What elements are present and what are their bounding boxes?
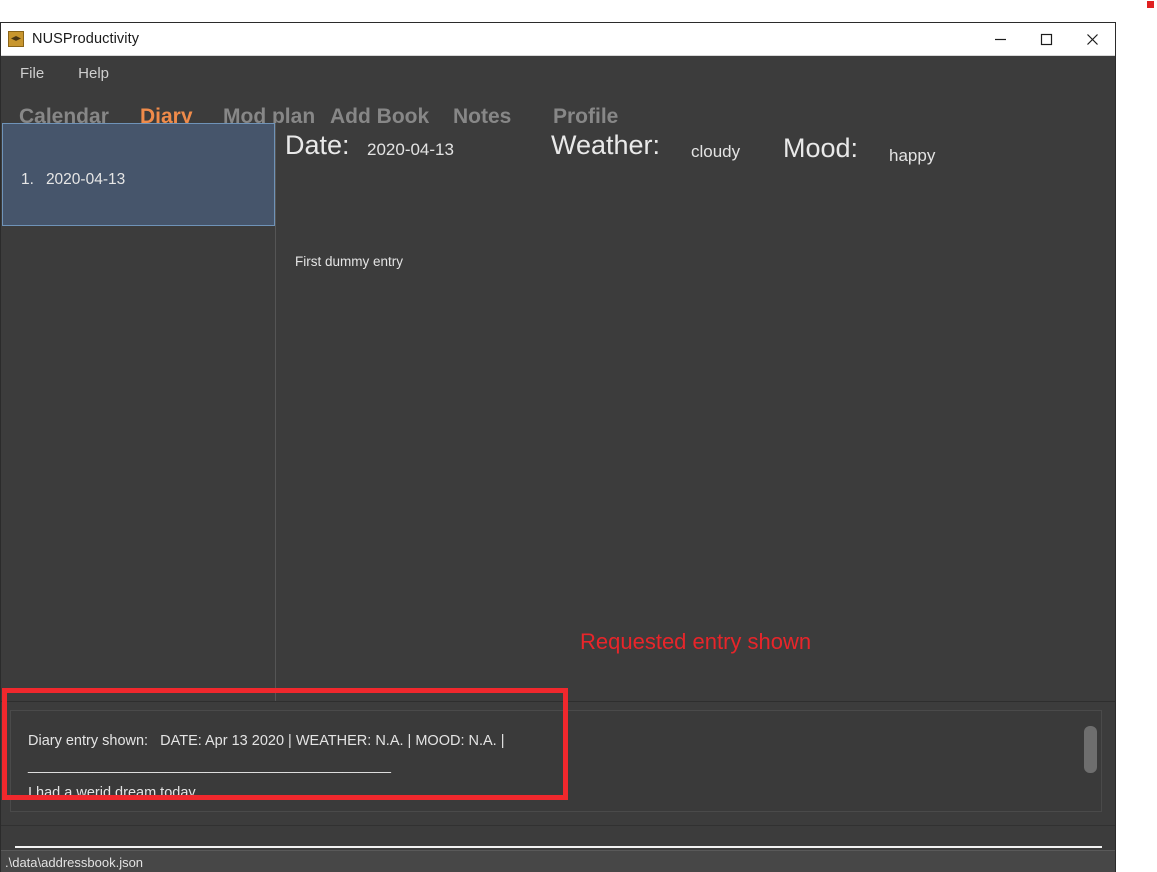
list-item-index: 1. [21,171,34,188]
tab-add-book[interactable]: Add Book [330,104,429,123]
tab-mod-plan[interactable]: Mod plan [223,104,315,123]
weather-label: Weather: [551,130,661,160]
tab-calendar[interactable]: Calendar [19,104,109,123]
weather-value: cloudy [691,142,741,161]
tab-notes[interactable]: Notes [453,104,511,123]
result-line-header: Diary entry shown: DATE: Apr 13 2020 | W… [28,733,505,749]
tab-bar: Calendar Diary Mod plan Add Book Notes P… [1,90,1115,123]
vertical-scrollbar[interactable] [1084,714,1097,810]
mood-label: Mood: [783,133,859,163]
diary-body-text: First dummy entry [295,254,404,269]
diary-header-row: Date: 2020-04-13 Weather: cloudy Mood: h… [277,123,1115,179]
result-line-divider: ________________________________________… [28,758,391,774]
content-area: 1. 2020-04-13 Date: 2020-04-13 Weather: … [1,123,1115,701]
status-bar: .\data\addressbook.json [1,850,1115,872]
menu-item-file[interactable]: File [18,63,46,84]
title-bar: NUSProductivity [1,23,1115,56]
command-box-panel [1,825,1115,850]
maximize-icon[interactable] [1023,23,1069,55]
menu-item-help[interactable]: Help [76,63,111,84]
menu-bar: File Help [1,56,1115,90]
annotation-requested-entry: Requested entry shown [580,629,812,654]
command-input[interactable] [15,828,1102,848]
scrollbar-thumb[interactable] [1084,726,1097,773]
diary-detail-panel: Date: 2020-04-13 Weather: cloudy Mood: h… [277,123,1115,701]
window-title: NUSProductivity [32,31,140,47]
mood-value: happy [889,146,936,165]
date-label: Date: [285,130,350,160]
application-window: NUSProductivity File Help Calendar Diary [0,22,1116,872]
graduation-cap-icon [8,31,24,47]
list-item-date: 2020-04-13 [45,171,126,188]
screen: NUSProductivity File Help Calendar Diary [0,0,1157,872]
minimize-icon[interactable] [977,23,1023,55]
result-display-panel: Diary entry shown: DATE: Apr 13 2020 | W… [1,701,1115,825]
window-controls [977,23,1115,55]
list-item[interactable]: 1. 2020-04-13 [2,123,275,226]
list-item-row: 1. 2020-04-13 [21,171,125,189]
date-value: 2020-04-13 [367,140,454,159]
diary-list-panel: 1. 2020-04-13 [1,123,276,701]
tab-profile[interactable]: Profile [553,104,618,123]
status-bar-path: .\data\addressbook.json [5,854,144,870]
tab-diary[interactable]: Diary [140,104,193,123]
result-display-box[interactable]: Diary entry shown: DATE: Apr 13 2020 | W… [10,710,1102,812]
result-line-body: I had a werid dream today. [28,785,199,801]
close-icon[interactable] [1069,23,1115,55]
corner-marker-dot [1147,1,1154,8]
